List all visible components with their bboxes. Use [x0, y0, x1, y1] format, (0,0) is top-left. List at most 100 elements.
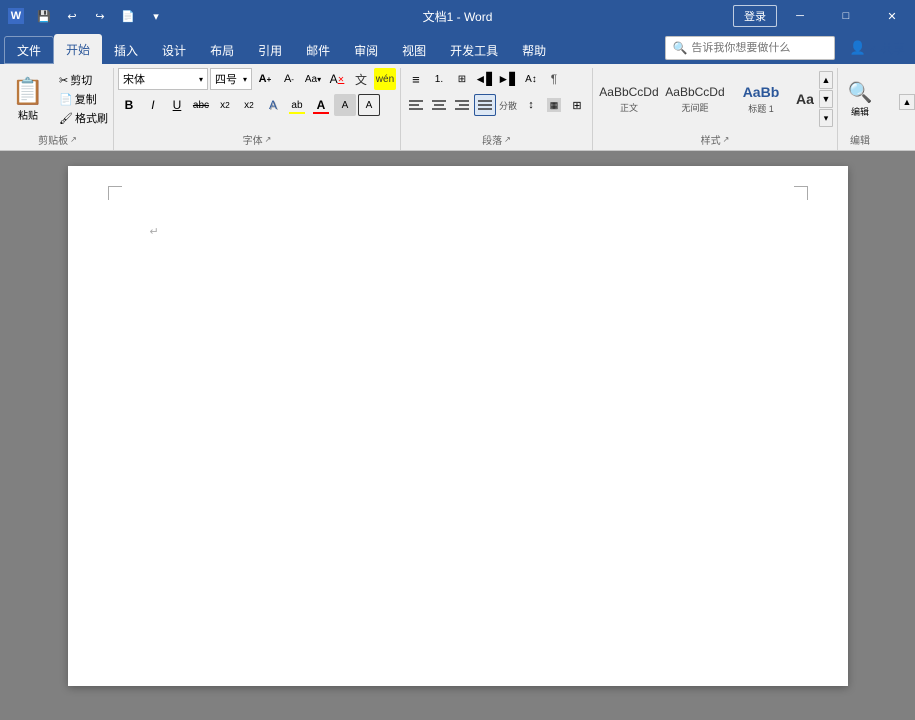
paragraph-group-label: 段落 ↗: [405, 130, 588, 150]
main-area: ↵: [0, 151, 915, 720]
styles-scroll-down-button[interactable]: ▼: [819, 90, 833, 108]
share-icon: 👤: [849, 40, 865, 56]
paste-icon: 📋: [12, 76, 44, 107]
format-painter-button[interactable]: 🖌 格式刷: [56, 109, 111, 127]
para-row-2: 分散 ↕ ▦ ⊞: [405, 94, 588, 116]
char-border-button[interactable]: A: [358, 94, 380, 116]
justify-button[interactable]: [474, 94, 496, 116]
char-shading-button[interactable]: A: [334, 94, 356, 116]
clipboard-group-content: 📋 粘贴 ✂ 剪切 📄 复制 🖌: [4, 68, 111, 130]
font-grow-button[interactable]: A+: [254, 68, 276, 90]
cut-label: 剪切: [70, 72, 92, 88]
style-heading1[interactable]: AaBb 标题 1: [729, 71, 793, 127]
search-input[interactable]: [691, 42, 821, 54]
redo-quick-btn[interactable]: ↪: [88, 4, 112, 28]
change-case-button[interactable]: Aa▾: [302, 68, 324, 90]
font-group-label: 字体 ↗: [118, 130, 396, 150]
numbering-button[interactable]: 1.: [428, 68, 450, 90]
style-normal[interactable]: AaBbCcDd 正文: [597, 71, 661, 127]
tab-mailings[interactable]: 邮件: [294, 36, 342, 64]
copy-icon: 📄: [59, 93, 73, 106]
new-quick-btn[interactable]: 📄: [116, 4, 140, 28]
document-page[interactable]: ↵: [68, 166, 848, 686]
underline-button[interactable]: U: [166, 94, 188, 116]
bold-button[interactable]: B: [118, 94, 140, 116]
style-no-spacing[interactable]: AaBbCcDd 无间距: [663, 71, 727, 127]
subscript-button[interactable]: x2: [214, 94, 236, 116]
maximize-button[interactable]: □: [823, 0, 869, 32]
styles-group: AaBbCcDd 正文 AaBbCcDd 无间距 AaBb 标题 1: [593, 68, 838, 150]
tab-help[interactable]: 帮助: [510, 36, 558, 64]
style-normal-preview: AaBbCcDd: [599, 85, 658, 99]
tab-review[interactable]: 审阅: [342, 36, 390, 64]
borders-button[interactable]: ⊞: [566, 94, 588, 116]
styles-expand-button[interactable]: ▾: [819, 109, 833, 127]
highlight-color-button[interactable]: ab: [286, 94, 308, 116]
style-heading1-preview: AaBb: [743, 84, 780, 100]
font-shrink-button[interactable]: A-: [278, 68, 300, 90]
qa-dropdown-btn[interactable]: ▾: [144, 4, 168, 28]
font-size-selector[interactable]: 四号 ▾: [210, 68, 252, 90]
title-bar: W 💾 ↩ ↪ 📄 ▾ 文档1 - Word 登录 ─ □ ✕: [0, 0, 915, 32]
styles-expand-icon[interactable]: ↗: [723, 135, 730, 144]
styles-scroll-controls: ▲ ▼ ▾: [819, 71, 833, 127]
window-title: 文档1 - Word: [423, 8, 493, 25]
line-spacing-button[interactable]: ↕: [520, 94, 542, 116]
increase-indent-button[interactable]: ►▋: [497, 68, 519, 90]
minimize-button[interactable]: ─: [777, 0, 823, 32]
tab-developer[interactable]: 开发工具: [438, 36, 510, 64]
bullets-button[interactable]: ≡: [405, 68, 427, 90]
multilevel-list-button[interactable]: ⊞: [451, 68, 473, 90]
window-controls: 登录 ─ □ ✕: [733, 0, 915, 32]
undo-quick-btn[interactable]: ↩: [60, 4, 84, 28]
find-icon: 🔍: [848, 80, 873, 105]
clear-format-button[interactable]: A✕: [326, 68, 348, 90]
font-expand-icon[interactable]: ↗: [265, 135, 272, 144]
cut-button[interactable]: ✂ 剪切: [56, 71, 111, 89]
login-button[interactable]: 登录: [733, 5, 777, 27]
align-right-button[interactable]: [451, 94, 473, 116]
ribbon-content: 📋 粘贴 ✂ 剪切 📄 复制 🖌: [0, 64, 915, 150]
styles-scroll-up-button[interactable]: ▲: [819, 71, 833, 89]
save-quick-btn[interactable]: 💾: [32, 4, 56, 28]
show-marks-button[interactable]: ¶: [543, 68, 565, 90]
shading-button[interactable]: ▦: [543, 94, 565, 116]
paste-button[interactable]: 📋 粘贴: [4, 68, 52, 130]
text-effect-button[interactable]: A: [262, 94, 284, 116]
tab-references[interactable]: 引用: [246, 36, 294, 64]
copy-label: 复制: [75, 91, 97, 107]
tab-layout[interactable]: 布局: [198, 36, 246, 64]
text-highlight-btn[interactable]: wén: [374, 68, 396, 90]
style-normal-label: 正文: [620, 101, 638, 114]
pinyin-button[interactable]: 文: [350, 68, 372, 90]
paragraph-expand-icon[interactable]: ↗: [504, 135, 511, 144]
tab-view[interactable]: 视图: [390, 36, 438, 64]
strikethrough-button[interactable]: abc: [190, 94, 212, 116]
styles-gallery: AaBbCcDd 正文 AaBbCcDd 无间距 AaBb 标题 1: [597, 71, 815, 127]
align-center-button[interactable]: [428, 94, 450, 116]
share-button[interactable]: 👤 ♂ 共享: [843, 38, 911, 59]
style-partial-preview: Aa: [796, 91, 814, 107]
font-row-1: 宋体 ▾ 四号 ▾ A+ A- Aa▾ A✕ 文 wén: [118, 68, 396, 90]
font-name-selector[interactable]: 宋体 ▾: [118, 68, 208, 90]
tab-file[interactable]: 文件: [4, 36, 54, 64]
tab-home[interactable]: 开始: [54, 34, 102, 64]
superscript-button[interactable]: x2: [238, 94, 260, 116]
align-left-button[interactable]: [405, 94, 427, 116]
font-color-button[interactable]: A: [310, 94, 332, 116]
tab-insert[interactable]: 插入: [102, 36, 150, 64]
clipboard-expand-icon[interactable]: ↗: [70, 135, 77, 144]
italic-button[interactable]: I: [142, 94, 164, 116]
sort-button[interactable]: A↕: [520, 68, 542, 90]
tab-design[interactable]: 设计: [150, 36, 198, 64]
decrease-indent-button[interactable]: ◄▋: [474, 68, 496, 90]
copy-button[interactable]: 📄 复制: [56, 90, 111, 108]
page-corner-tl: [108, 186, 122, 200]
clipboard-small-buttons: ✂ 剪切 📄 复制 🖌 格式刷: [56, 71, 111, 127]
find-button[interactable]: 🔍 编辑: [842, 78, 878, 120]
para-row-1: ≡ 1. ⊞ ◄▋ ►▋ A↕ ¶: [405, 68, 565, 90]
search-box[interactable]: 🔍: [665, 36, 835, 60]
close-button[interactable]: ✕: [869, 0, 915, 32]
ribbon-collapse-button[interactable]: ▲: [899, 94, 915, 110]
chinese-layout-button[interactable]: 分散: [497, 94, 519, 116]
